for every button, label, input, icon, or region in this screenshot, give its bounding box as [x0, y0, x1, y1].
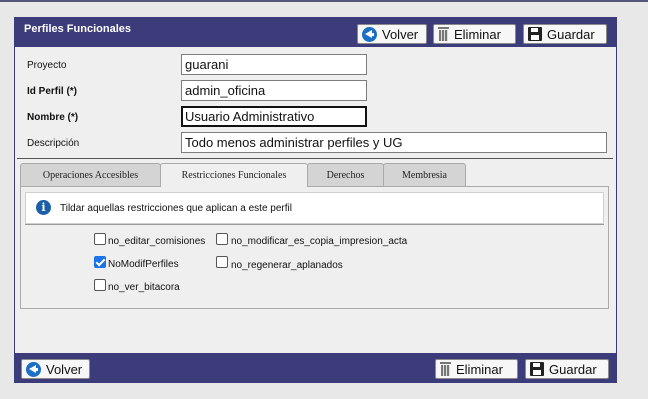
checkbox-no-modificar-es-copia-impresion-acta[interactable] [216, 233, 228, 245]
info-icon: i [36, 200, 51, 215]
nombre-label: Nombre (*) [27, 112, 79, 123]
save-button-label: Guardar [547, 26, 595, 42]
checkbox-no-regenerar-aplanados[interactable] [216, 256, 228, 268]
save-button-label: Guardar [549, 361, 597, 377]
proyecto-field[interactable]: guarani [181, 54, 367, 75]
back-button-label: Volver [46, 361, 83, 377]
checkbox-label: NoModifPerfiles [108, 259, 179, 270]
tab-content-restricciones: i Tildar aquellas restricciones que apli… [20, 186, 609, 309]
back-arrow-icon [26, 361, 41, 377]
tab-restricciones-funcionales[interactable]: Restricciones Funcionales [160, 163, 308, 187]
footer-back-button[interactable]: Volver [21, 359, 90, 379]
trash-icon [440, 362, 451, 376]
checkbox-label: no_ver_bitacora [108, 282, 180, 293]
info-divider [25, 224, 604, 225]
save-button[interactable]: Guardar [523, 24, 607, 44]
nombre-field[interactable]: Usuario Administrativo [181, 106, 367, 127]
proyecto-label: Proyecto [27, 60, 67, 71]
divider [17, 158, 613, 159]
checkbox-label: no_editar_comisiones [108, 236, 206, 247]
tab-derechos[interactable]: Derechos [307, 163, 384, 186]
checkbox-no-editar-comisiones[interactable] [94, 233, 106, 245]
delete-button-label: Eliminar [456, 361, 503, 377]
info-text: Tildar aquellas restricciones que aplica… [60, 203, 292, 214]
top-strip [0, 0, 648, 2]
footer-save-button[interactable]: Guardar [525, 359, 609, 379]
tab-membresia[interactable]: Membresia [383, 163, 466, 186]
delete-button-label: Eliminar [454, 26, 501, 42]
back-button-label: Volver [382, 26, 419, 42]
id-perfil-label: Id Perfil (*) [27, 86, 78, 97]
checkbox-no-ver-bitacora[interactable] [94, 279, 106, 291]
delete-button[interactable]: Eliminar [433, 24, 516, 44]
panel-footer: Volver Eliminar Guardar [15, 353, 616, 382]
panel-header: Perfiles Funcionales Volver Eliminar Gua… [15, 18, 616, 47]
perfiles-panel: Perfiles Funcionales Volver Eliminar Gua… [14, 17, 617, 383]
descripcion-field[interactable]: Todo menos administrar perfiles y UG [181, 132, 607, 153]
footer-delete-button[interactable]: Eliminar [435, 359, 518, 379]
checkbox-label: no_modificar_es_copia_impresion_acta [231, 236, 408, 247]
trash-icon [438, 27, 449, 41]
tab-operaciones-accesibles[interactable]: Operaciones Accesibles [20, 163, 161, 186]
back-button[interactable]: Volver [357, 24, 427, 44]
back-arrow-icon [362, 26, 377, 42]
info-box: i Tildar aquellas restricciones que apli… [25, 192, 604, 224]
floppy-disk-icon [530, 362, 544, 376]
panel-title: Perfiles Funcionales [24, 23, 131, 35]
checkbox-label: no_regenerar_aplanados [231, 260, 343, 271]
floppy-disk-icon [528, 27, 542, 41]
descripcion-label: Descripción [27, 138, 80, 149]
checkbox-nomodifperfiles[interactable] [94, 256, 106, 268]
id-perfil-field[interactable]: admin_oficina [181, 80, 367, 101]
